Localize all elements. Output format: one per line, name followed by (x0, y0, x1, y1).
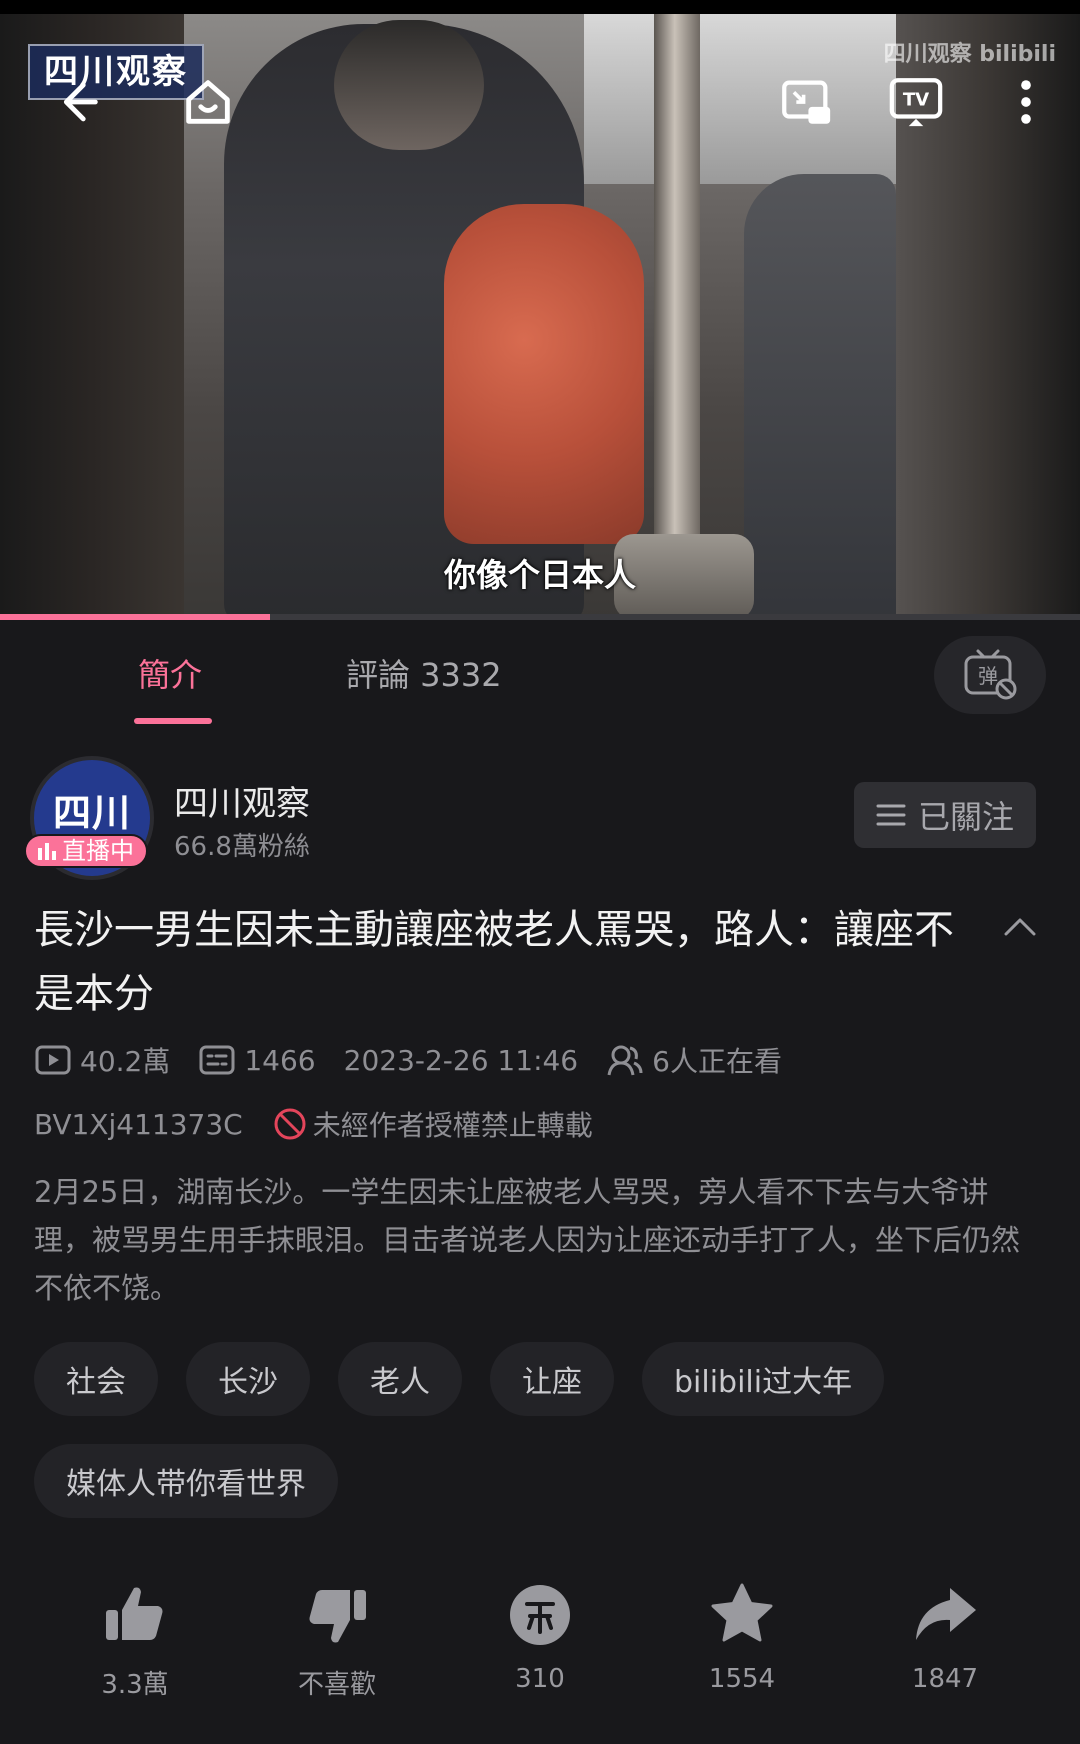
dislike-button[interactable]: 不喜歡 (247, 1580, 427, 1701)
tag-item[interactable]: 媒体人带你看世界 (34, 1444, 338, 1518)
svg-text:TV: TV (903, 90, 929, 111)
video-pole (654, 14, 700, 620)
watching-count: 6人正在看 (606, 1040, 782, 1080)
prohibited-icon (274, 1108, 306, 1140)
no-reprint-notice: 未經作者授權禁止轉載 (273, 1104, 593, 1144)
avatar-logo-text: 四川 (52, 791, 131, 835)
share-count: 1847 (911, 1664, 979, 1694)
bvid: BV1Xj411373C (34, 1107, 243, 1141)
live-bars-icon (38, 843, 56, 860)
uploader-fans: 66.8萬粉絲 (174, 832, 310, 862)
dislike-label: 不喜歡 (297, 1670, 376, 1700)
status-bar (0, 0, 1080, 14)
tab-intro[interactable]: 簡介 (138, 650, 202, 696)
back-button[interactable] (38, 64, 114, 140)
picture-in-picture-icon (782, 80, 831, 124)
coin-count: 310 (515, 1664, 565, 1694)
thumbs-up-icon (106, 1587, 163, 1640)
more-vertical-icon (1021, 80, 1031, 124)
live-badge-label: 直播中 (62, 837, 134, 865)
action-bar: 3.3萬 不喜歡 310 1554 1847 (0, 1580, 1080, 1720)
tab-bar: 簡介 評論 3332 弹 (0, 620, 1080, 730)
tab-comments[interactable]: 評論 3332 (346, 650, 502, 696)
video-person-head (334, 20, 484, 150)
live-badge[interactable]: 直播中 (24, 834, 148, 868)
star-icon (711, 1583, 773, 1642)
coin-button[interactable]: 310 (450, 1580, 630, 1694)
no-reprint-text: 未經作者授權禁止轉載 (312, 1109, 593, 1142)
danmaku-count: 1466 (198, 1041, 316, 1079)
follow-button[interactable]: 已關注 (854, 782, 1036, 848)
tag-item[interactable]: 长沙 (186, 1342, 310, 1416)
home-button[interactable] (170, 64, 246, 140)
tag-item[interactable]: bilibili过大年 (642, 1342, 885, 1416)
view-count-value: 40.2萬 (80, 1045, 171, 1078)
video-title: 長沙一男生因未主動讓座被老人罵哭，路人：讓座不是本分 (34, 907, 954, 1017)
share-arrow-icon (916, 1588, 976, 1640)
back-arrow-icon (63, 82, 98, 122)
danmaku-toggle-button[interactable]: 弹 (934, 636, 1046, 714)
svg-text:弹: 弹 (978, 664, 998, 688)
publish-date-value: 2023-2-26 11:46 (343, 1043, 579, 1077)
watching-count-value: 6人正在看 (652, 1045, 782, 1078)
video-player[interactable]: 四川观察 四川观察 bilibili TV 你像个日本人 (0, 14, 1080, 620)
share-button[interactable]: 1847 (855, 1580, 1035, 1694)
tag-item[interactable]: 社会 (34, 1342, 158, 1416)
danmaku-count-value: 1466 (244, 1043, 316, 1077)
more-button[interactable] (988, 64, 1064, 140)
danmaku-count-icon (199, 1045, 235, 1075)
tag-item[interactable]: 让座 (490, 1342, 614, 1416)
video-meta: BV1Xj411373C 未經作者授權禁止轉載 (34, 1102, 593, 1146)
pip-button[interactable] (768, 64, 844, 140)
like-button[interactable]: 3.3萬 (45, 1580, 225, 1701)
publish-date: 2023-2-26 11:46 (344, 1044, 579, 1077)
coin-icon (510, 1585, 570, 1645)
like-count: 3.3萬 (101, 1670, 169, 1700)
play-count-icon (35, 1045, 71, 1075)
video-stats: 40.2萬 1466 2023-2-26 11:46 6人正在看 (34, 1038, 810, 1082)
follow-button-label: 已關注 (917, 798, 1014, 836)
video-description: 2月25日，湖南长沙。一学生因未让座被老人骂哭，旁人看不下去与大爷讲理，被骂男生… (34, 1175, 1021, 1305)
menu-lines-icon (876, 804, 906, 826)
thumbs-down-icon (309, 1590, 366, 1643)
viewers-icon (607, 1045, 643, 1076)
tv-cast-button[interactable]: TV (878, 64, 954, 140)
favorite-button[interactable]: 1554 (652, 1580, 832, 1694)
uploader-name[interactable]: 四川观察 (174, 776, 310, 825)
chevron-up-icon[interactable] (1000, 906, 1040, 946)
tab-active-indicator (134, 718, 212, 724)
home-icon (186, 80, 230, 124)
video-subtitle: 你像个日本人 (443, 556, 636, 594)
video-window-area (584, 14, 896, 184)
tag-list: 社会 长沙 老人 让座 bilibili过大年 媒体人带你看世界 (34, 1342, 1054, 1518)
tag-item[interactable]: 老人 (338, 1342, 462, 1416)
tv-cast-icon: TV (889, 78, 943, 127)
favorite-count: 1554 (708, 1664, 776, 1694)
video-person-woman (444, 204, 644, 544)
danmaku-off-icon: 弹 (964, 649, 1017, 700)
view-count: 40.2萬 (34, 1040, 170, 1080)
